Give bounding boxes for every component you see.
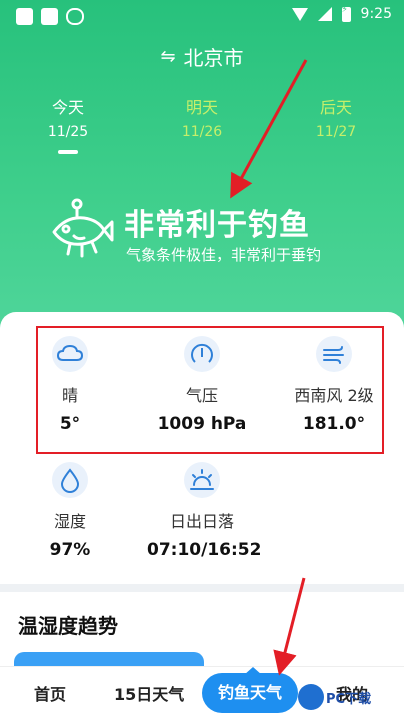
highlight-box <box>36 326 384 454</box>
nav-home[interactable]: 首页 <box>34 681 66 705</box>
fish-icon <box>52 198 114 258</box>
watermark-logo-icon <box>298 684 324 710</box>
day-name: 明天 <box>185 98 218 117</box>
notification-icon <box>41 8 58 25</box>
nav-15-day-forecast[interactable]: 15日天气 <box>114 681 184 705</box>
status-time: 9:25 <box>360 6 392 22</box>
notification-icon <box>16 8 33 25</box>
drop-icon <box>52 462 88 498</box>
watermark-text: PC下载 <box>326 691 372 707</box>
trend-chart-tab[interactable] <box>14 652 204 666</box>
location-name: 北京市 <box>183 46 244 70</box>
metric-label: 湿度 <box>53 512 86 531</box>
active-tab-indicator <box>58 150 78 154</box>
day-date: 11/25 <box>47 124 89 140</box>
system-status: 9:25 <box>291 5 392 22</box>
day-date: 11/27 <box>315 124 357 140</box>
day-date: 11/26 <box>181 124 223 140</box>
watermark: PC下载 <box>298 684 371 710</box>
status-bar: 9:25 <box>0 0 404 34</box>
metric-humidity: 湿度 97% <box>15 462 125 560</box>
fishing-rating-title: 非常利于钓鱼 <box>124 208 310 243</box>
trend-title: 温湿度趋势 <box>18 614 118 638</box>
battery-icon <box>341 5 351 22</box>
day-tabs: 今天 11/25 明天 11/26 后天 11/27 <box>0 94 404 154</box>
metric-value: 07:10/16:52 <box>147 540 262 560</box>
day-name: 今天 <box>51 98 84 117</box>
wifi-icon <box>291 7 308 21</box>
fishing-rating-subtitle: 气象条件极佳，非常利于垂钓 <box>126 246 322 264</box>
tab-tomorrow[interactable]: 明天 11/26 <box>162 94 242 140</box>
day-name: 后天 <box>319 98 352 117</box>
metric-value: 97% <box>49 540 91 560</box>
signal-icon <box>317 7 332 21</box>
notification-icons <box>16 8 84 25</box>
tab-day-after[interactable]: 后天 11/27 <box>296 94 376 140</box>
sunrise-icon <box>184 462 220 498</box>
tab-today[interactable]: 今天 11/25 <box>28 94 108 140</box>
metric-label: 日出日落 <box>169 512 234 531</box>
swap-icon: ⇋ <box>160 46 176 67</box>
cloud-notification-icon <box>66 8 84 25</box>
nav-fishing-weather[interactable]: 钓鱼天气 <box>202 673 298 713</box>
location-selector[interactable]: ⇋ 北京市 <box>0 42 404 71</box>
metric-sunrise-sunset: 日出日落 07:10/16:52 <box>147 462 262 560</box>
